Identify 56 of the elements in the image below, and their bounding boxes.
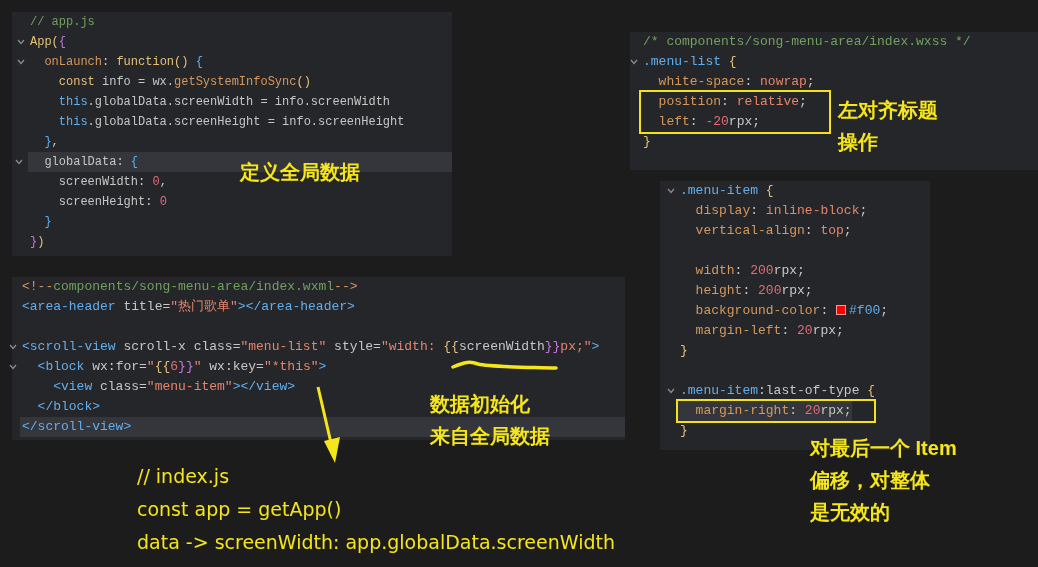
code-line: .menu-item { bbox=[680, 182, 774, 200]
chevron-down-icon[interactable] bbox=[17, 59, 25, 65]
annotation-text: 数据初始化 bbox=[430, 392, 531, 417]
code-line: margin-right: 20rpx; bbox=[694, 402, 852, 420]
annotation-text: 定义全局数据 bbox=[240, 160, 360, 185]
annotation-text: 左对齐标题 bbox=[838, 98, 938, 123]
code-line: height: 200rpx; bbox=[694, 282, 813, 300]
code-line: }, bbox=[43, 134, 59, 151]
code-line: const info = wx.getSystemInfoSync() bbox=[57, 74, 311, 91]
annotation-text: 偏移，对整体 bbox=[810, 468, 931, 493]
code-line: onLaunch: function() { bbox=[43, 54, 203, 71]
code-line: this.globalData.screenWidth = info.screenWidth bbox=[57, 94, 391, 111]
code-line: } bbox=[43, 214, 52, 231]
code-line: width: 200rpx; bbox=[694, 262, 805, 280]
color-swatch-icon bbox=[836, 305, 847, 315]
chevron-down-icon[interactable] bbox=[15, 159, 23, 165]
code-line: <scroll-view scroll-x class="menu-list" style="width: {{screenWidth}}px;"> bbox=[22, 338, 600, 356]
annotation-text: 操作 bbox=[838, 130, 879, 155]
code-line: }) bbox=[30, 234, 45, 251]
chevron-down-icon[interactable] bbox=[9, 364, 17, 370]
code-line: /* components/song-menu-area/index.wxss */ bbox=[643, 33, 971, 51]
chevron-down-icon[interactable] bbox=[667, 188, 675, 194]
code-line: background-color: #f00; bbox=[694, 302, 889, 320]
code-line: } bbox=[680, 422, 688, 440]
code-line: left: -20rpx; bbox=[657, 113, 761, 131]
code-line: <block wx:for="{{6}}" wx:key="*this"> bbox=[36, 358, 327, 376]
code-line: <view class="menu-item"></view> bbox=[52, 378, 296, 396]
code-annotation-line: data -> screenWidth: app.globalData.screenWidth bbox=[137, 530, 615, 555]
code-line: // app.js bbox=[30, 14, 95, 31]
code-line: margin-left: 20rpx; bbox=[694, 322, 844, 340]
code-annotation-line: // index.js bbox=[137, 464, 231, 489]
chevron-down-icon[interactable] bbox=[9, 344, 17, 350]
code-line: .menu-item:last-of-type { bbox=[680, 382, 876, 400]
code-line: .menu-list { bbox=[643, 53, 737, 71]
annotation-text: 对最后一个 Item bbox=[810, 436, 957, 461]
chevron-down-icon[interactable] bbox=[630, 59, 638, 65]
code-line: </scroll-view> bbox=[22, 418, 132, 436]
code-line: } bbox=[643, 133, 651, 151]
chevron-down-icon[interactable] bbox=[667, 388, 675, 394]
code-line: white-space: nowrap; bbox=[657, 73, 815, 91]
code-line: App({ bbox=[30, 34, 66, 51]
code-line: display: inline-block; bbox=[694, 202, 868, 220]
code-line: this.globalData.screenHeight = info.screenHeight bbox=[57, 114, 405, 131]
code-annotation-line: const app = getApp() bbox=[137, 497, 343, 522]
chevron-down-icon[interactable] bbox=[17, 39, 25, 45]
code-line: position: relative; bbox=[657, 93, 807, 111]
code-line: screenWidth: 0, bbox=[57, 174, 167, 191]
code-line: screenHeight: 0 bbox=[57, 194, 167, 211]
annotation-text: 来自全局数据 bbox=[430, 424, 550, 449]
code-line: </block> bbox=[36, 398, 100, 416]
code-line: <area-header title="热门歌单"></area-header> bbox=[22, 298, 355, 316]
annotation-text: 是无效的 bbox=[810, 500, 891, 525]
code-line: globalData: { bbox=[43, 154, 139, 171]
code-line: vertical-align: top; bbox=[694, 222, 852, 240]
code-line: <!--components/song-menu-area/index.wxml--> bbox=[22, 278, 358, 296]
code-line: } bbox=[680, 342, 688, 360]
